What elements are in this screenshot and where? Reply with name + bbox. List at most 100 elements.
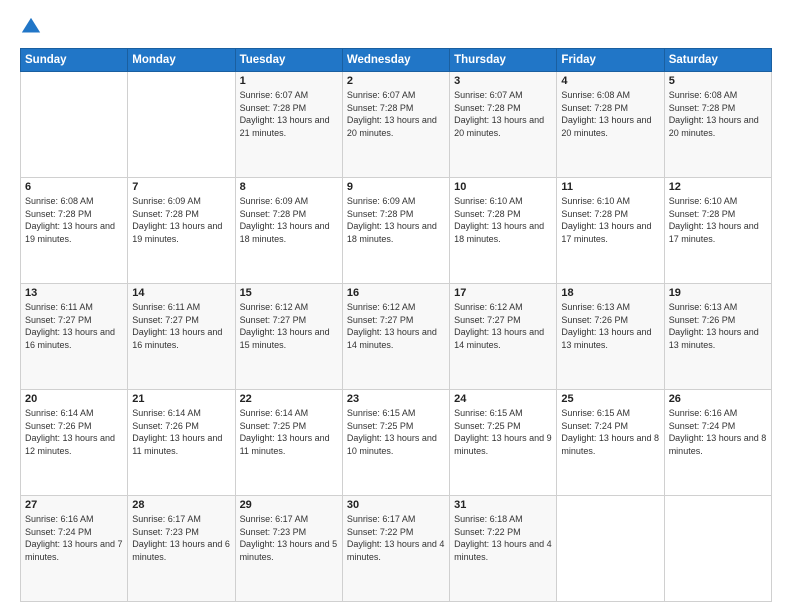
calendar-cell: 9 Sunrise: 6:09 AM Sunset: 7:28 PM Daylig… bbox=[342, 178, 449, 284]
calendar-cell: 19 Sunrise: 6:13 AM Sunset: 7:26 PM Dayli… bbox=[664, 284, 771, 390]
day-number: 29 bbox=[240, 499, 338, 511]
day-info: Sunrise: 6:13 AM Sunset: 7:26 PM Dayligh… bbox=[561, 301, 659, 351]
day-info: Sunrise: 6:18 AM Sunset: 7:22 PM Dayligh… bbox=[454, 513, 552, 563]
calendar-cell: 25 Sunrise: 6:15 AM Sunset: 7:24 PM Dayli… bbox=[557, 390, 664, 496]
day-number: 18 bbox=[561, 287, 659, 299]
column-header-sunday: Sunday bbox=[21, 49, 128, 72]
day-info: Sunrise: 6:07 AM Sunset: 7:28 PM Dayligh… bbox=[240, 89, 338, 139]
calendar-cell: 22 Sunrise: 6:14 AM Sunset: 7:25 PM Dayli… bbox=[235, 390, 342, 496]
column-header-wednesday: Wednesday bbox=[342, 49, 449, 72]
day-info: Sunrise: 6:16 AM Sunset: 7:24 PM Dayligh… bbox=[25, 513, 123, 563]
day-info: Sunrise: 6:15 AM Sunset: 7:25 PM Dayligh… bbox=[454, 407, 552, 457]
calendar-table: SundayMondayTuesdayWednesdayThursdayFrid… bbox=[20, 48, 772, 602]
calendar-cell: 6Sunrise: 6:08 AM Sunset: 7:28 PM Daylig… bbox=[21, 178, 128, 284]
day-info: Sunrise: 6:10 AM Sunset: 7:28 PM Dayligh… bbox=[454, 195, 552, 245]
day-info: Sunrise: 6:12 AM Sunset: 7:27 PM Dayligh… bbox=[454, 301, 552, 351]
calendar-header-row: SundayMondayTuesdayWednesdayThursdayFrid… bbox=[21, 49, 772, 72]
day-info: Sunrise: 6:08 AM Sunset: 7:28 PM Dayligh… bbox=[669, 89, 767, 139]
day-info: Sunrise: 6:11 AM Sunset: 7:27 PM Dayligh… bbox=[25, 301, 123, 351]
day-number: 21 bbox=[132, 393, 230, 405]
day-number: 19 bbox=[669, 287, 767, 299]
day-number: 13 bbox=[25, 287, 123, 299]
column-header-monday: Monday bbox=[128, 49, 235, 72]
page: SundayMondayTuesdayWednesdayThursdayFrid… bbox=[0, 0, 792, 612]
calendar-week-1: 1 Sunrise: 6:07 AM Sunset: 7:28 PM Daylig… bbox=[21, 72, 772, 178]
day-number: 15 bbox=[240, 287, 338, 299]
day-number: 17 bbox=[454, 287, 552, 299]
day-number: 1 bbox=[240, 75, 338, 87]
calendar-cell: 11 Sunrise: 6:10 AM Sunset: 7:28 PM Dayli… bbox=[557, 178, 664, 284]
day-number: 24 bbox=[454, 393, 552, 405]
logo-icon bbox=[20, 16, 42, 38]
day-number: 5 bbox=[669, 75, 767, 87]
day-number: 11 bbox=[561, 181, 659, 193]
day-number: 31 bbox=[454, 499, 552, 511]
calendar-cell: 26Sunrise: 6:16 AM Sunset: 7:24 PM Dayli… bbox=[664, 390, 771, 496]
calendar-cell: 24 Sunrise: 6:15 AM Sunset: 7:25 PM Dayli… bbox=[450, 390, 557, 496]
day-number: 16 bbox=[347, 287, 445, 299]
day-info: Sunrise: 6:07 AM Sunset: 7:28 PM Dayligh… bbox=[347, 89, 445, 139]
column-header-thursday: Thursday bbox=[450, 49, 557, 72]
day-info: Sunrise: 6:09 AM Sunset: 7:28 PM Dayligh… bbox=[132, 195, 230, 245]
calendar-cell: 1 Sunrise: 6:07 AM Sunset: 7:28 PM Daylig… bbox=[235, 72, 342, 178]
day-number: 22 bbox=[240, 393, 338, 405]
day-info: Sunrise: 6:08 AM Sunset: 7:28 PM Dayligh… bbox=[25, 195, 123, 245]
day-info: Sunrise: 6:07 AM Sunset: 7:28 PM Dayligh… bbox=[454, 89, 552, 139]
header bbox=[20, 16, 772, 38]
day-number: 4 bbox=[561, 75, 659, 87]
day-info: Sunrise: 6:17 AM Sunset: 7:22 PM Dayligh… bbox=[347, 513, 445, 563]
day-info: Sunrise: 6:12 AM Sunset: 7:27 PM Dayligh… bbox=[347, 301, 445, 351]
day-info: Sunrise: 6:12 AM Sunset: 7:27 PM Dayligh… bbox=[240, 301, 338, 351]
day-info: Sunrise: 6:10 AM Sunset: 7:28 PM Dayligh… bbox=[561, 195, 659, 245]
calendar-cell: 5 Sunrise: 6:08 AM Sunset: 7:28 PM Daylig… bbox=[664, 72, 771, 178]
day-info: Sunrise: 6:08 AM Sunset: 7:28 PM Dayligh… bbox=[561, 89, 659, 139]
day-number: 25 bbox=[561, 393, 659, 405]
calendar-cell: 16 Sunrise: 6:12 AM Sunset: 7:27 PM Dayli… bbox=[342, 284, 449, 390]
calendar-cell: 17 Sunrise: 6:12 AM Sunset: 7:27 PM Dayli… bbox=[450, 284, 557, 390]
day-number: 9 bbox=[347, 181, 445, 193]
calendar-week-2: 6Sunrise: 6:08 AM Sunset: 7:28 PM Daylig… bbox=[21, 178, 772, 284]
calendar-cell: 13 Sunrise: 6:11 AM Sunset: 7:27 PM Dayli… bbox=[21, 284, 128, 390]
day-number: 7 bbox=[132, 181, 230, 193]
day-number: 30 bbox=[347, 499, 445, 511]
calendar-cell: 2 Sunrise: 6:07 AM Sunset: 7:28 PM Daylig… bbox=[342, 72, 449, 178]
calendar-cell bbox=[664, 496, 771, 602]
calendar-cell bbox=[21, 72, 128, 178]
day-info: Sunrise: 6:09 AM Sunset: 7:28 PM Dayligh… bbox=[347, 195, 445, 245]
day-info: Sunrise: 6:10 AM Sunset: 7:28 PM Dayligh… bbox=[669, 195, 767, 245]
column-header-friday: Friday bbox=[557, 49, 664, 72]
day-info: Sunrise: 6:15 AM Sunset: 7:24 PM Dayligh… bbox=[561, 407, 659, 457]
day-number: 28 bbox=[132, 499, 230, 511]
day-info: Sunrise: 6:14 AM Sunset: 7:26 PM Dayligh… bbox=[25, 407, 123, 457]
calendar-cell: 10 Sunrise: 6:10 AM Sunset: 7:28 PM Dayli… bbox=[450, 178, 557, 284]
calendar-week-5: 27Sunrise: 6:16 AM Sunset: 7:24 PM Dayli… bbox=[21, 496, 772, 602]
day-info: Sunrise: 6:17 AM Sunset: 7:23 PM Dayligh… bbox=[240, 513, 338, 563]
calendar-cell: 3 Sunrise: 6:07 AM Sunset: 7:28 PM Daylig… bbox=[450, 72, 557, 178]
calendar-cell: 29 Sunrise: 6:17 AM Sunset: 7:23 PM Dayli… bbox=[235, 496, 342, 602]
day-info: Sunrise: 6:17 AM Sunset: 7:23 PM Dayligh… bbox=[132, 513, 230, 563]
day-info: Sunrise: 6:09 AM Sunset: 7:28 PM Dayligh… bbox=[240, 195, 338, 245]
calendar-cell: 21 Sunrise: 6:14 AM Sunset: 7:26 PM Dayli… bbox=[128, 390, 235, 496]
day-number: 2 bbox=[347, 75, 445, 87]
day-info: Sunrise: 6:14 AM Sunset: 7:25 PM Dayligh… bbox=[240, 407, 338, 457]
day-info: Sunrise: 6:13 AM Sunset: 7:26 PM Dayligh… bbox=[669, 301, 767, 351]
day-info: Sunrise: 6:14 AM Sunset: 7:26 PM Dayligh… bbox=[132, 407, 230, 457]
calendar-cell: 7 Sunrise: 6:09 AM Sunset: 7:28 PM Daylig… bbox=[128, 178, 235, 284]
calendar-cell: 8Sunrise: 6:09 AM Sunset: 7:28 PM Daylig… bbox=[235, 178, 342, 284]
calendar-cell: 12Sunrise: 6:10 AM Sunset: 7:28 PM Dayli… bbox=[664, 178, 771, 284]
calendar-cell bbox=[557, 496, 664, 602]
calendar-cell: 15 Sunrise: 6:12 AM Sunset: 7:27 PM Dayli… bbox=[235, 284, 342, 390]
calendar-cell: 28 Sunrise: 6:17 AM Sunset: 7:23 PM Dayli… bbox=[128, 496, 235, 602]
calendar-cell: 27Sunrise: 6:16 AM Sunset: 7:24 PM Dayli… bbox=[21, 496, 128, 602]
calendar-cell: 4 Sunrise: 6:08 AM Sunset: 7:28 PM Daylig… bbox=[557, 72, 664, 178]
day-number: 26 bbox=[669, 393, 767, 405]
day-number: 3 bbox=[454, 75, 552, 87]
calendar-week-3: 13 Sunrise: 6:11 AM Sunset: 7:27 PM Dayli… bbox=[21, 284, 772, 390]
calendar-cell bbox=[128, 72, 235, 178]
calendar-cell: 14Sunrise: 6:11 AM Sunset: 7:27 PM Dayli… bbox=[128, 284, 235, 390]
calendar-cell: 20Sunrise: 6:14 AM Sunset: 7:26 PM Dayli… bbox=[21, 390, 128, 496]
calendar-cell: 31 Sunrise: 6:18 AM Sunset: 7:22 PM Dayli… bbox=[450, 496, 557, 602]
day-number: 10 bbox=[454, 181, 552, 193]
day-number: 23 bbox=[347, 393, 445, 405]
calendar-cell: 23Sunrise: 6:15 AM Sunset: 7:25 PM Dayli… bbox=[342, 390, 449, 496]
